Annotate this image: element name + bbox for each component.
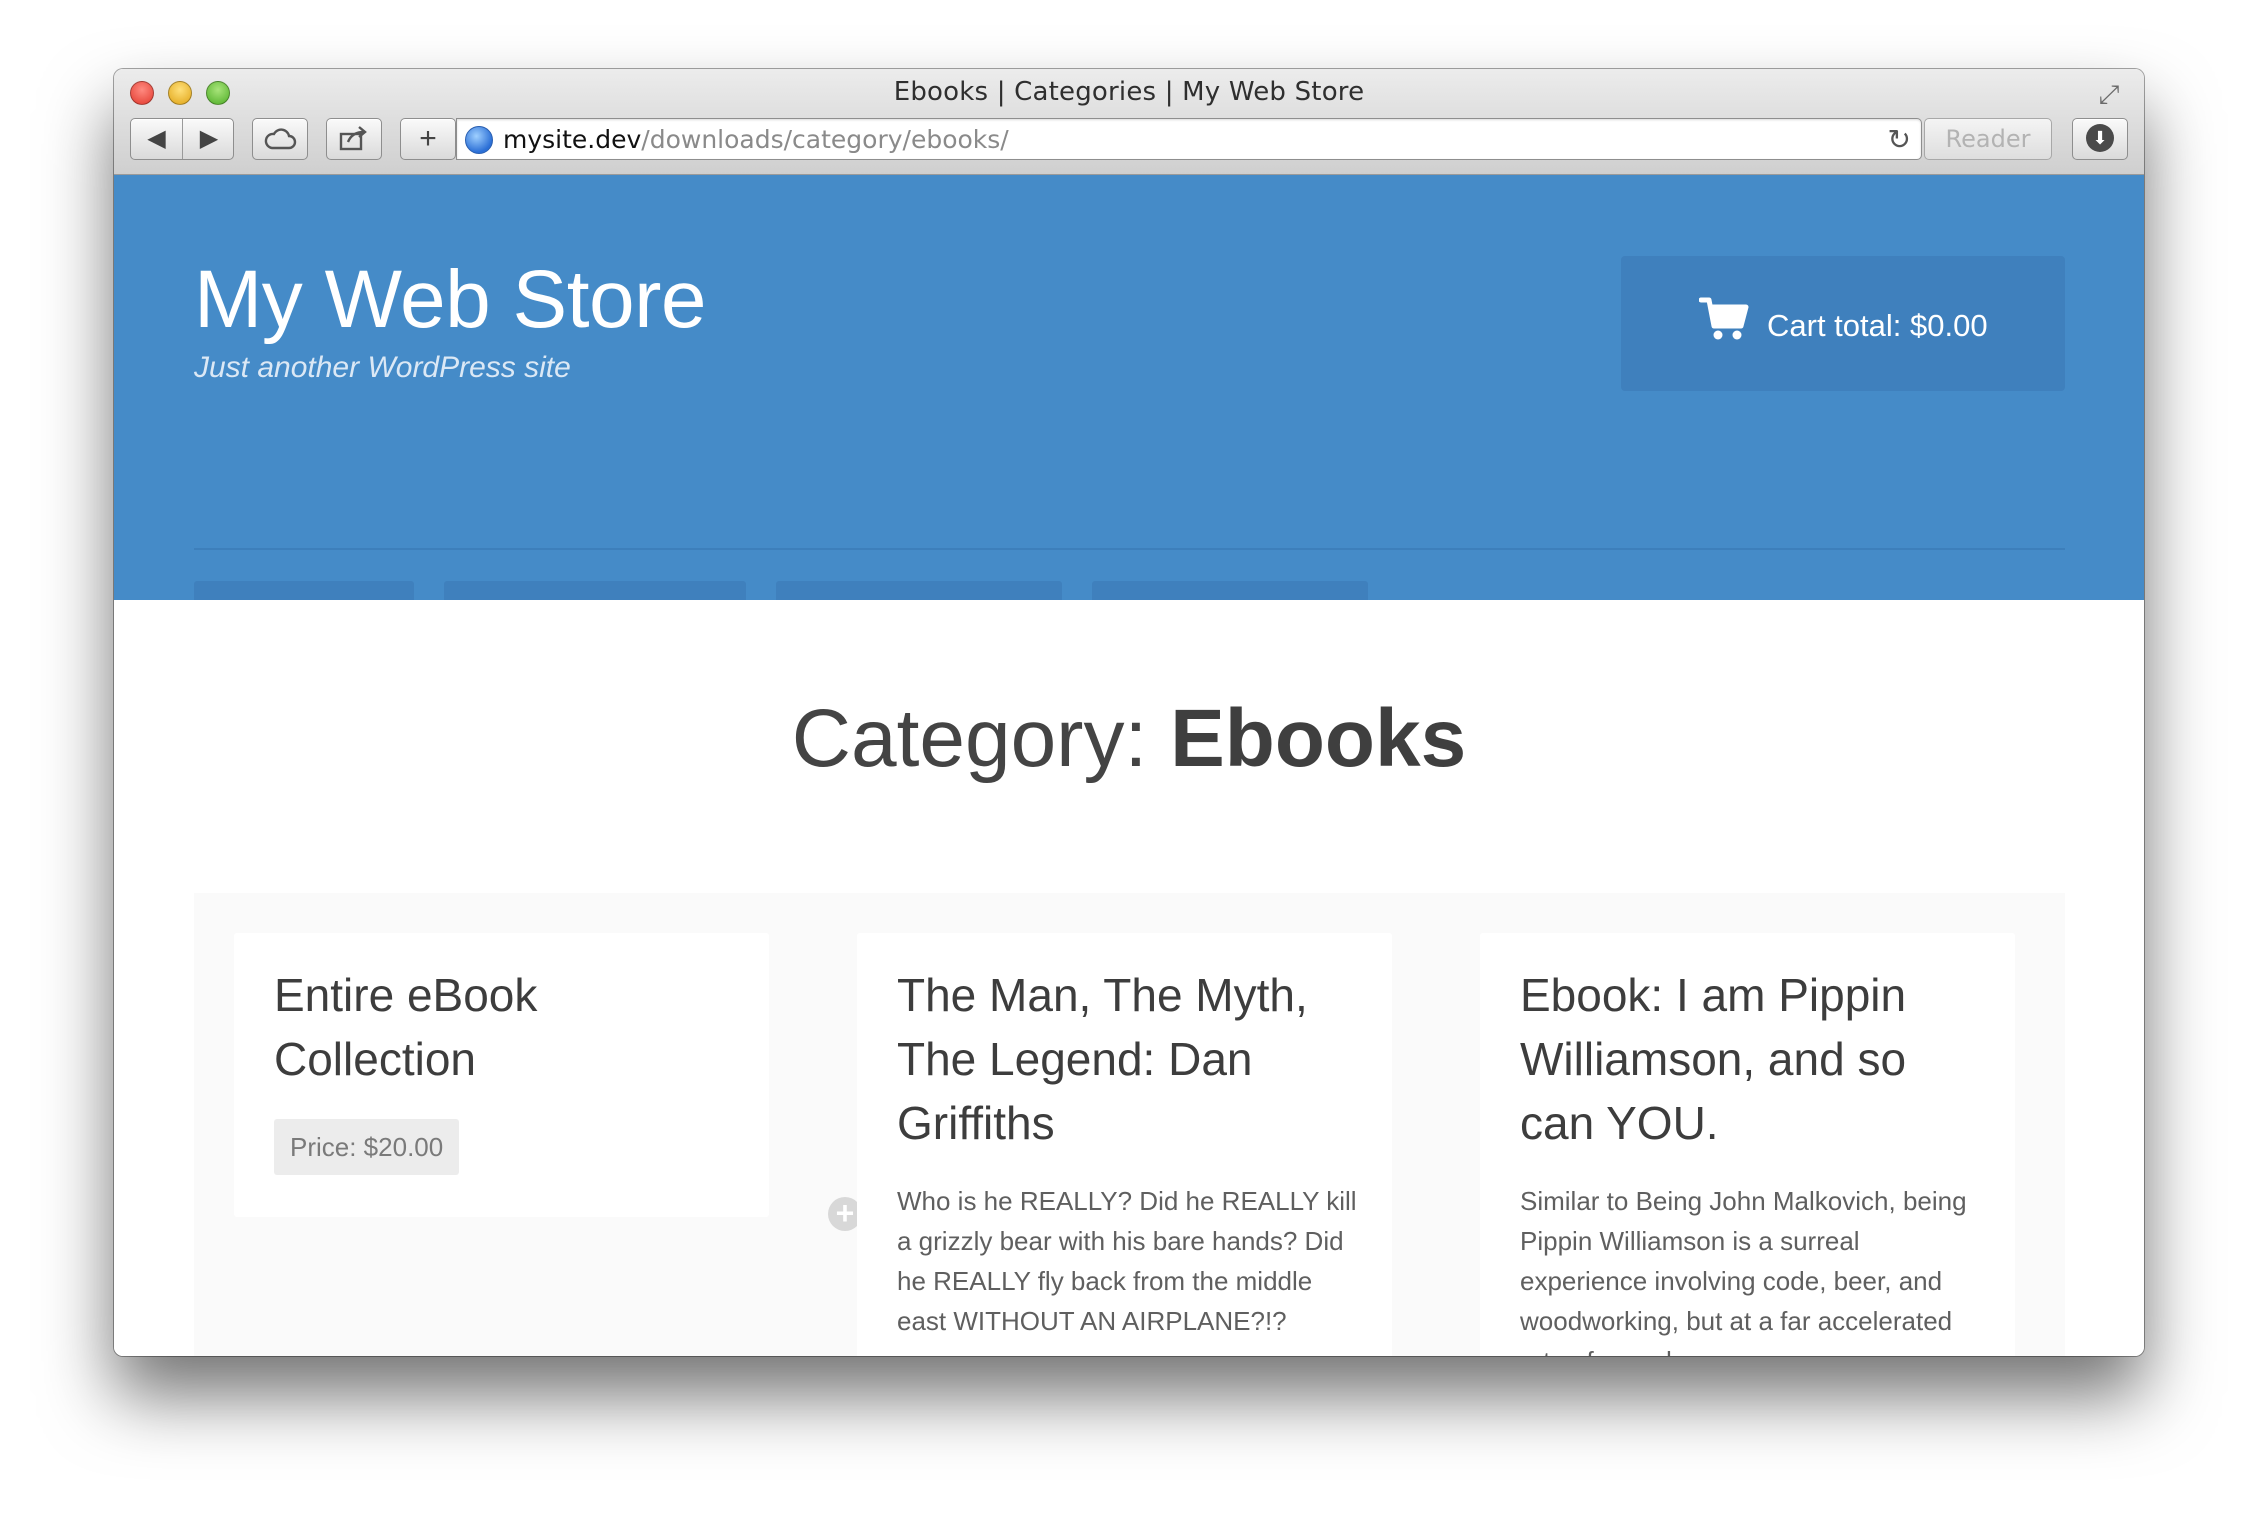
cloud-icon <box>264 128 297 150</box>
product-excerpt: Similar to Being John Malkovich, being P… <box>1520 1186 1967 1356</box>
header-divider <box>194 548 2065 550</box>
product-card: Entire eBook Collection Price: $20.00 <box>234 933 769 1217</box>
forward-icon: ▶ <box>199 125 219 152</box>
shopping-cart-icon <box>1699 297 1749 340</box>
reader-button[interactable]: Reader <box>1924 118 2052 160</box>
main-content: Category: Ebooks Entire eBook Collection… <box>114 600 2144 1356</box>
share-icon <box>339 126 367 151</box>
share-button[interactable] <box>326 118 382 160</box>
fullscreen-icon[interactable]: ⤢ <box>2094 79 2124 109</box>
icloud-tabs-button[interactable] <box>252 118 308 160</box>
forward-button[interactable]: ▶ <box>183 119 235 159</box>
cart-total-button[interactable]: Cart total: $0.00 <box>1621 256 2065 391</box>
page-title: Category: Ebooks <box>114 692 2144 786</box>
product-card: Ebook: I am Pippin Williamson, and so ca… <box>1480 933 2015 1356</box>
download-icon: ⬇ <box>2086 123 2114 152</box>
plus-icon: + <box>419 122 437 155</box>
browser-toolbar: Ebooks | Categories | My Web Store ⤢ ◀ ▶… <box>114 69 2144 175</box>
site-header: My Web Store Just another WordPress site… <box>114 175 2144 639</box>
price-badge: Price: $20.00 <box>274 1119 460 1175</box>
browser-window: Ebooks | Categories | My Web Store ⤢ ◀ ▶… <box>114 69 2144 1356</box>
back-button[interactable]: ◀ <box>131 119 183 159</box>
address-bar[interactable]: mysite.dev/downloads/category/ebooks/ ↻ <box>456 118 1922 160</box>
product-excerpt: Who is he REALLY? Did he REALLY kill a g… <box>897 1186 1357 1336</box>
back-icon: ◀ <box>147 125 166 152</box>
globe-icon <box>465 126 493 154</box>
url-path: /downloads/category/ebooks/ <box>641 125 1009 154</box>
product-grid: Entire eBook Collection Price: $20.00 + … <box>194 893 2065 1356</box>
cart-total-label: Cart total: $0.00 <box>1767 308 1988 343</box>
window-title: Ebooks | Categories | My Web Store <box>893 77 1365 107</box>
url-text: mysite.dev/downloads/category/ebooks/ <box>503 125 1009 155</box>
site-tagline: Just another WordPress site <box>194 351 571 384</box>
product-title[interactable]: The Man, The Myth, The Legend: Dan Griff… <box>897 963 1357 1155</box>
page-title-prefix: Category: <box>791 693 1171 784</box>
new-tab-button[interactable]: + <box>400 118 456 160</box>
back-forward-group: ◀ ▶ <box>130 118 234 160</box>
product-title[interactable]: Ebook: I am Pippin Williamson, and so ca… <box>1520 963 1980 1155</box>
product-title[interactable]: Entire eBook Collection <box>274 963 734 1091</box>
url-host: mysite.dev <box>503 125 642 154</box>
product-card: The Man, The Myth, The Legend: Dan Griff… <box>857 933 1392 1356</box>
page-title-term: Ebooks <box>1170 693 1467 784</box>
site-title[interactable]: My Web Store <box>194 253 707 347</box>
downloads-button[interactable]: ⬇ <box>2072 118 2128 160</box>
reload-icon[interactable]: ↻ <box>1888 123 1911 157</box>
